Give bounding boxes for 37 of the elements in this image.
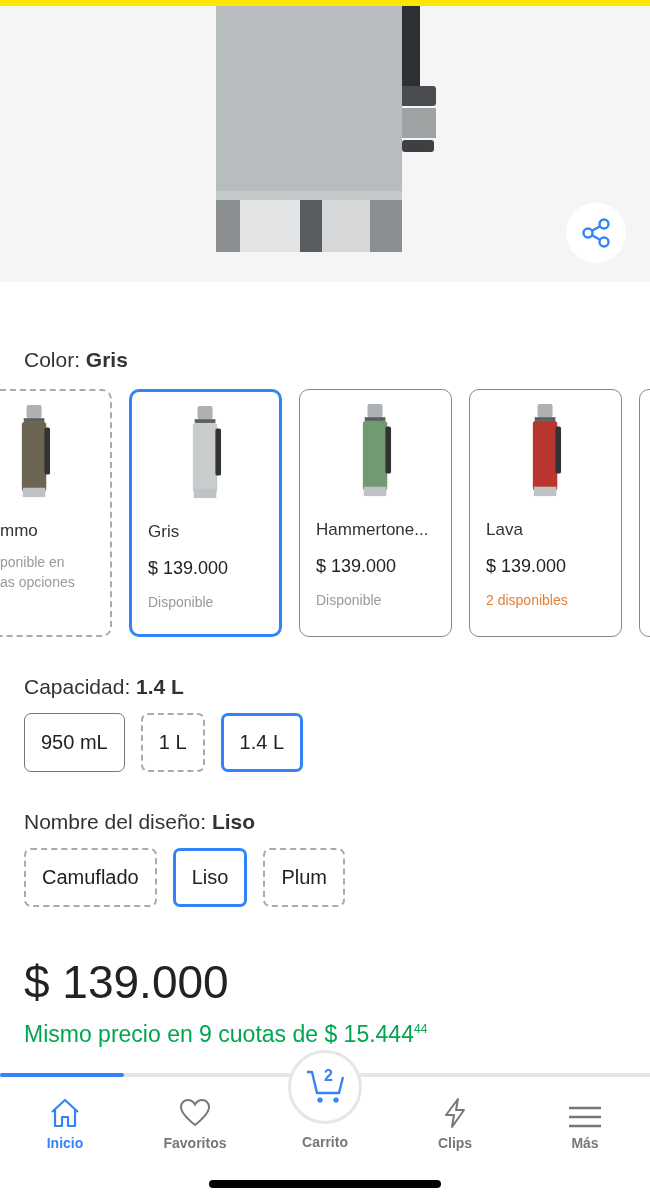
design-label: Nombre del diseño: Liso xyxy=(24,810,257,834)
availability-text: Disponible xyxy=(316,591,382,610)
color-label: Color: Gris xyxy=(24,348,129,372)
design-option[interactable]: Plum xyxy=(263,848,345,907)
nav-tab[interactable]: Favoritos xyxy=(130,1089,260,1151)
capacity-option[interactable]: 1.4 L xyxy=(220,713,303,772)
color-option-card[interactable]: Hammertone... $ 139.000 Disponible xyxy=(299,389,452,637)
design-option[interactable]: Liso xyxy=(172,848,248,907)
nav-tab[interactable]: Más xyxy=(520,1089,650,1151)
capacity-option[interactable]: 1 L xyxy=(140,713,205,772)
installments-text: Mismo precio en 9 cuotas de $ 15.444$^{44}$ xyxy=(24,1021,429,1048)
color-option-card[interactable]: Lava $ 139.000 2 disponibles xyxy=(469,389,622,637)
menu-icon xyxy=(569,1105,601,1129)
cart-icon xyxy=(305,1069,345,1105)
product-price: $ 139.000 xyxy=(24,955,230,1009)
color-name: mmo xyxy=(0,521,38,541)
nav-tab[interactable]: Clips xyxy=(390,1089,520,1151)
option-price: $ 139.000 xyxy=(316,556,397,577)
cart-count: 2 xyxy=(324,1067,333,1085)
availability-text: Disponible xyxy=(148,593,214,612)
nav-tab[interactable]: Inicio xyxy=(0,1089,130,1151)
color-name: Lava xyxy=(486,520,523,540)
option-price: $ 139.000 xyxy=(148,558,229,579)
option-price: $ 139.000 xyxy=(486,556,567,577)
nav-tab[interactable]: 2 Carrito xyxy=(260,1050,390,1151)
design-option[interactable]: Camuflado xyxy=(24,848,157,907)
heart-icon xyxy=(179,1097,211,1129)
capacity-label: Capacidad: 1.4 L xyxy=(24,675,185,699)
color-name: Hammertone... xyxy=(316,520,429,540)
color-option-card[interactable]: mmo ponible en as opciones xyxy=(0,389,112,637)
color-option-card[interactable]: Gris $ 139.000 Disponible xyxy=(129,389,282,637)
home-icon xyxy=(49,1097,81,1129)
capacity-option[interactable]: 950 mL xyxy=(24,713,125,772)
color-name: Gris xyxy=(148,522,180,542)
availability-text: 2 disponibles xyxy=(486,591,568,610)
availability-text: ponible en as opciones xyxy=(0,553,75,592)
share-icon xyxy=(580,217,612,249)
